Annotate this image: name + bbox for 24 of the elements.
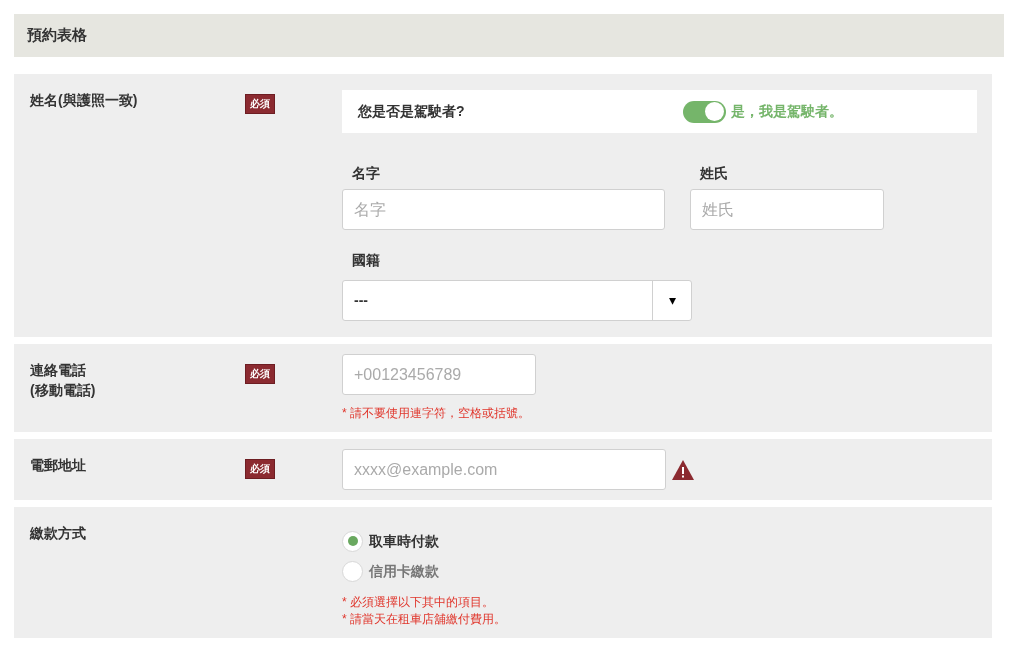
- field-label: 姓氏: [700, 164, 729, 183]
- text-input[interactable]: 姓氏: [690, 189, 884, 230]
- field-label: 國籍: [352, 251, 380, 270]
- field-label: 電郵地址: [30, 456, 87, 475]
- radio-option[interactable]: 信用卡繳款: [342, 556, 977, 586]
- field-label: 繳款方式: [30, 524, 87, 543]
- required-badge: 必須: [245, 459, 275, 479]
- field-label: 姓名(與護照一致): [30, 91, 139, 110]
- field-label: 名字: [352, 164, 381, 183]
- form-title: 預約表格: [27, 25, 87, 46]
- text-input[interactable]: xxxx@example.com: [342, 449, 666, 490]
- hint-text: * 請當天在租車店舖繳付費用。: [342, 611, 507, 628]
- text-input[interactable]: +00123456789: [342, 354, 536, 395]
- toggle-switch[interactable]: [683, 100, 726, 123]
- required-badge: 必須: [245, 364, 275, 384]
- toggle-label: 是，我是駕駛者。: [731, 102, 843, 121]
- text-input[interactable]: 名字: [342, 189, 665, 230]
- nationality-select[interactable]: --- ▾: [342, 280, 692, 321]
- field-label: 連絡電話 (移動電話): [30, 361, 97, 400]
- question-text: 您是否是駕駛者?: [358, 102, 466, 121]
- radio-option[interactable]: 取車時付款: [342, 526, 977, 556]
- hint-text: * 必須選擇以下其中的項目。: [342, 594, 495, 611]
- hint-text: * 請不要使用連字符，空格或括號。: [342, 405, 531, 422]
- required-badge: 必須: [245, 94, 275, 114]
